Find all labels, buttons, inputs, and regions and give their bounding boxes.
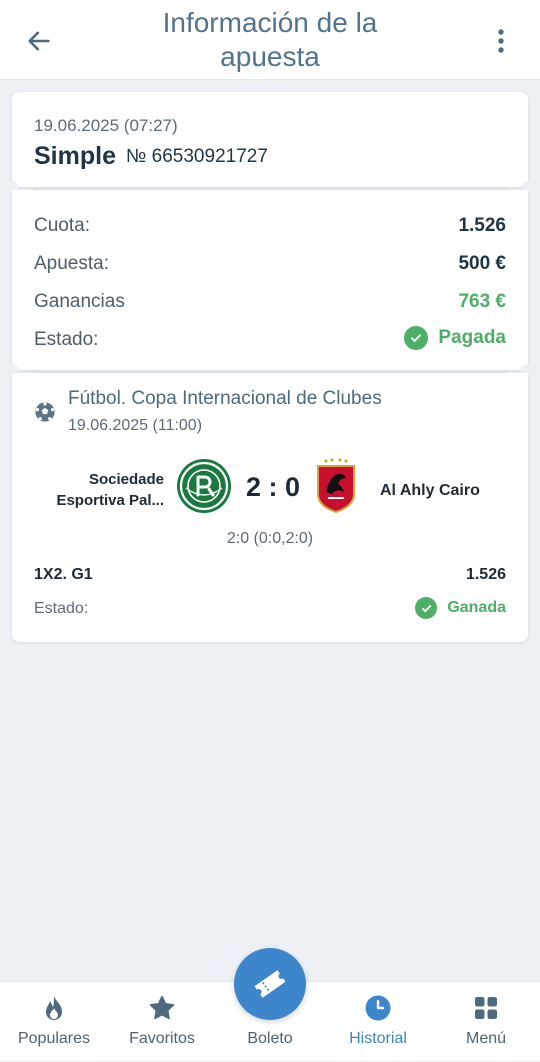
home-team-name: Sociedade Esportiva Pal... bbox=[56, 471, 164, 509]
star-icon bbox=[149, 995, 175, 1020]
nav-item-favoritos[interactable]: Favoritos bbox=[108, 982, 216, 1062]
nav-label: Favoritos bbox=[129, 1030, 195, 1047]
stake-label: Apuesta: bbox=[34, 253, 109, 274]
nav-label: Menú bbox=[465, 1030, 507, 1047]
nav-label: Populares bbox=[17, 1030, 91, 1047]
back-button[interactable] bbox=[22, 24, 56, 58]
al-ahly-logo-icon bbox=[317, 458, 355, 514]
ticket-divider bbox=[34, 371, 506, 373]
clock-icon bbox=[365, 995, 391, 1021]
nav-item-populares[interactable]: Populares bbox=[0, 982, 108, 1062]
palmeiras-logo-icon bbox=[177, 459, 231, 513]
nav-item-menu[interactable]: Menú bbox=[432, 982, 540, 1062]
winnings-label: Ganancias bbox=[34, 291, 125, 312]
event-status-badge: Ganada bbox=[415, 597, 506, 619]
arrow-left-icon bbox=[28, 31, 50, 51]
soccer-ball-icon bbox=[35, 402, 55, 422]
more-options-button[interactable] bbox=[484, 24, 518, 58]
event-datetime: 19.06.2025 (11:00) bbox=[68, 417, 203, 434]
flame-icon bbox=[46, 996, 62, 1020]
more-vertical-icon bbox=[498, 29, 504, 53]
bet-header-card: 19.06.2025 (07:27) Simple № 66530921727 bbox=[12, 92, 528, 187]
grid-icon bbox=[475, 997, 497, 1019]
event-status-value: Ganada bbox=[447, 599, 506, 616]
nav-label: Boleto bbox=[247, 1030, 293, 1047]
top-bar: Información de la apuesta bbox=[0, 0, 540, 80]
event-status-label: Estado: bbox=[34, 600, 89, 617]
market-name: 1X2. G1 bbox=[34, 566, 93, 583]
status-value: Pagada bbox=[438, 327, 506, 348]
event-card: Fútbol. Copa Internacional de Clubes 19.… bbox=[12, 371, 528, 642]
away-team-name: Al Ahly Cairo bbox=[380, 482, 480, 499]
match-score: 2 : 0 bbox=[245, 472, 301, 502]
check-circle-icon bbox=[415, 597, 438, 619]
nav-label: Historial bbox=[349, 1030, 407, 1047]
bet-number: № 66530921727 bbox=[126, 146, 268, 167]
ticket-divider bbox=[34, 188, 506, 190]
event-title: Fútbol. Copa Internacional de Clubes bbox=[68, 388, 382, 409]
market-odds: 1.526 bbox=[465, 566, 506, 583]
nav-item-historial[interactable]: Historial bbox=[324, 982, 432, 1062]
status-label: Estado: bbox=[34, 329, 99, 350]
bet-datetime: 19.06.2025 (07:27) bbox=[34, 116, 178, 135]
status-badge: Pagada bbox=[404, 326, 506, 350]
page-title: Información de la apuesta bbox=[162, 7, 378, 72]
odds-value: 1.526 bbox=[458, 215, 506, 236]
bet-type: Simple bbox=[34, 142, 116, 170]
stake-value: 500 € bbox=[458, 253, 506, 274]
winnings-value: 763 € bbox=[458, 291, 506, 312]
bet-summary-card: Cuota: 1.526 Apuesta: 500 € Ganancias 76… bbox=[12, 188, 528, 370]
bet-slip-button[interactable] bbox=[234, 948, 306, 1020]
ticket-icon bbox=[254, 970, 286, 998]
odds-label: Cuota: bbox=[34, 215, 90, 236]
score-detail: 2:0 (0:0,2:0) bbox=[226, 530, 314, 547]
check-circle-icon bbox=[404, 326, 429, 350]
